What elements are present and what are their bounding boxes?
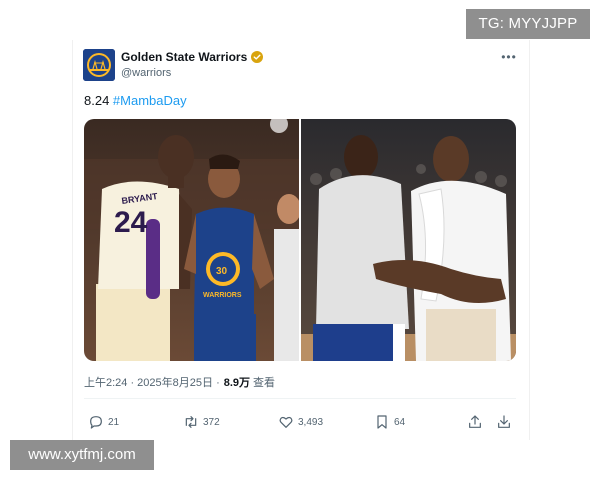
- tweet-card[interactable]: Golden State Warriors @warriors ••• 8.24…: [72, 40, 530, 440]
- tweet-text-prefix: 8.24: [84, 93, 113, 108]
- bookmark-count: 64: [394, 416, 406, 428]
- reply-count: 21: [108, 416, 120, 428]
- bookmark-button[interactable]: 64: [374, 412, 405, 432]
- photo-left-image: 24 BRYANT 30 WARRIORS: [84, 119, 299, 361]
- watermark-top-right: TG: MYYJJPP: [466, 9, 590, 39]
- photo-right-image: [301, 119, 516, 361]
- jersey-center-name: WARRIORS: [203, 292, 242, 299]
- views-label: 查看: [253, 377, 276, 389]
- like-count: 3,493: [298, 416, 324, 428]
- download-button[interactable]: [496, 412, 512, 432]
- share-button[interactable]: [467, 412, 483, 432]
- watermark-bottom-left: www.xytfmj.com: [10, 440, 154, 470]
- reply-button[interactable]: 21: [88, 412, 119, 432]
- photo-left[interactable]: 24 BRYANT 30 WARRIORS: [84, 119, 299, 361]
- bookmark-icon: [377, 415, 387, 429]
- page: TG: MYYJJPP Golden State Warriors @warri…: [0, 0, 600, 480]
- jersey-center-number: 30: [216, 266, 228, 277]
- photo-right[interactable]: [301, 119, 516, 361]
- share-icon: [469, 415, 481, 428]
- name-row: Golden State Warriors: [121, 50, 264, 64]
- avatar[interactable]: [83, 49, 115, 81]
- reply-icon: [90, 416, 102, 429]
- retweet-count: 372: [203, 416, 220, 428]
- heart-icon: [279, 416, 293, 428]
- tweet-media[interactable]: 24 BRYANT 30 WARRIORS: [84, 119, 516, 361]
- divider: [84, 398, 516, 399]
- display-name[interactable]: Golden State Warriors: [121, 50, 247, 64]
- tweet-meta: 上午2:24 · 2025年8月25日 · 8.9万 查看: [84, 374, 275, 390]
- more-icon[interactable]: •••: [501, 50, 517, 64]
- jersey-left-number: 24: [114, 206, 148, 239]
- tweet-text: 8.24 #MambaDay: [84, 93, 187, 108]
- retweet-button[interactable]: 372: [183, 412, 220, 432]
- warriors-logo-icon: [83, 49, 115, 81]
- download-icon: [498, 415, 510, 428]
- handle[interactable]: @warriors: [121, 67, 171, 79]
- timestamp[interactable]: 上午2:24 · 2025年8月25日 ·: [84, 374, 220, 390]
- hashtag-link[interactable]: #MambaDay: [113, 93, 187, 108]
- verified-badge-icon: [251, 51, 264, 63]
- views-count: 8.9万: [223, 377, 251, 389]
- action-bar: 21 372 3,493 64: [84, 412, 516, 432]
- like-button[interactable]: 3,493: [278, 412, 323, 432]
- retweet-icon: [185, 416, 197, 428]
